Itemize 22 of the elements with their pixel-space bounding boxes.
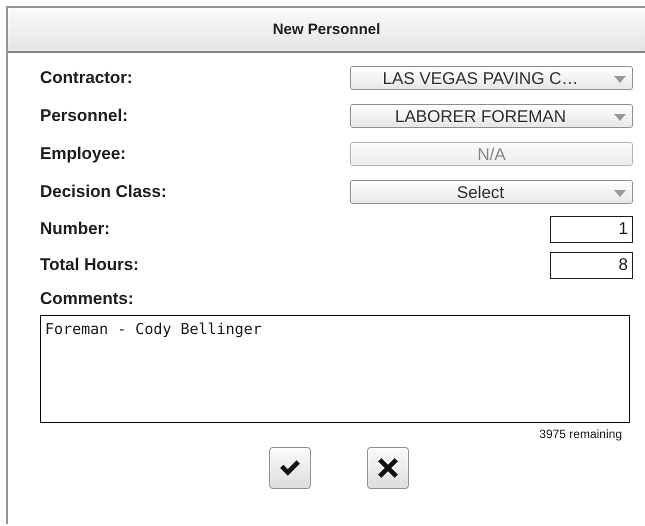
caret-icon [614, 114, 626, 121]
close-icon [377, 457, 399, 479]
cancel-button[interactable] [367, 447, 409, 489]
caret-icon [614, 190, 626, 197]
dropdown[interactable]: LABORER FOREMAN [350, 104, 633, 128]
field-label: Total Hours: [40, 255, 139, 275]
caret-icon [614, 76, 626, 83]
dropdown[interactable]: LAS VEGAS PAVING C… [350, 66, 633, 90]
field-label: Employee: [40, 144, 126, 164]
dialog-title: New Personnel [272, 21, 380, 38]
field-label: Number: [40, 219, 110, 239]
field-label: Comments: [40, 289, 135, 309]
dropdown[interactable]: Select [350, 180, 633, 204]
confirm-button[interactable] [269, 447, 311, 489]
field-label: Personnel: [40, 106, 128, 126]
comments-field[interactable]: Foreman - Cody Bellinger [40, 315, 630, 423]
input-field[interactable]: 1 [550, 216, 633, 242]
readonly-field: N/A [350, 142, 633, 166]
field-label: Decision Class: [40, 182, 167, 202]
remaining-count: 3975 remaining [539, 427, 622, 441]
field-label: Contractor: [40, 68, 133, 88]
input-field[interactable]: 8 [550, 252, 633, 278]
